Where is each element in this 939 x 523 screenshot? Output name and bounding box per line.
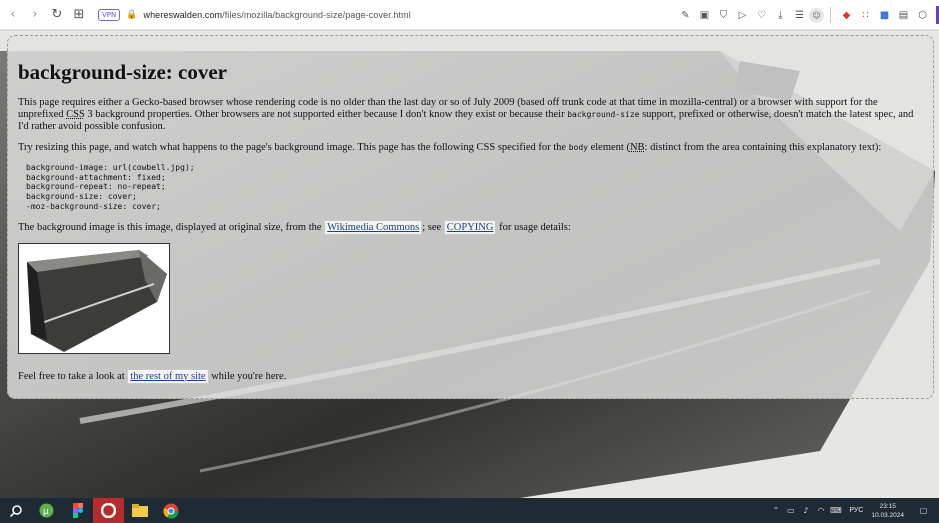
download-icon[interactable]: ⤓ — [771, 6, 790, 25]
copying-link[interactable]: COPYING — [443, 219, 497, 235]
taskbar: µ ⌃ ▭ ♪ ◠ ⌨ РУС 23:15 10.03.2024 ▢ — [0, 498, 939, 523]
nb-abbr: NB — [629, 142, 645, 153]
resize-text-3: : distinct from the area containing this… — [644, 142, 882, 153]
extension-icon[interactable]: ■ — [875, 6, 894, 25]
camera-icon[interactable]: ▣ — [695, 6, 714, 25]
back-icon[interactable]: ‹ — [2, 4, 24, 26]
toolbar-divider — [830, 7, 831, 23]
clock-time: 23:15 — [879, 502, 896, 510]
resize-text-2: element ( — [587, 142, 630, 153]
rest-of-site-link[interactable]: the rest of my site — [127, 368, 209, 384]
chrome-icon[interactable] — [155, 498, 186, 523]
resize-text-1: Try resizing this page, and watch what h… — [18, 142, 569, 153]
search-icon[interactable] — [0, 498, 31, 523]
heart-icon[interactable]: ♡ — [752, 6, 771, 25]
url-path: /files/mozilla/background-size/page-cove… — [222, 9, 411, 20]
utorrent-icon[interactable]: µ — [31, 498, 62, 523]
resize-paragraph: Try resizing this page, and watch what h… — [18, 142, 923, 154]
image-paragraph: The background image is this image, disp… — [18, 219, 923, 235]
browser-toolbar: ‹ › ↻ ⊞ VPN 🔒 whereswalden.com/files/moz… — [0, 0, 939, 30]
intro-code: background-size — [567, 110, 640, 119]
vpn-badge[interactable]: VPN — [98, 8, 121, 21]
tabs-grid-icon[interactable]: ⊞ — [68, 4, 90, 26]
reload-icon[interactable]: ↻ — [46, 4, 68, 26]
volume-icon[interactable]: ♪ — [798, 506, 813, 515]
footer-paragraph: Feel free to take a look at the rest of … — [18, 368, 923, 384]
menu-icon[interactable]: ☰ — [790, 6, 809, 25]
notifications-icon[interactable]: ▢ — [916, 506, 931, 515]
cube-icon[interactable]: ⬡ — [913, 6, 932, 25]
clock[interactable]: 23:15 10.03.2024 — [871, 502, 904, 520]
file-explorer-icon[interactable] — [124, 498, 155, 523]
edit-icon[interactable]: ✎ — [676, 6, 695, 25]
url-host: whereswalden.com — [143, 9, 223, 20]
footer-text-1: Feel free to take a look at — [18, 370, 128, 382]
cowbell-thumbnail — [18, 242, 170, 354]
footer-text-2: while you're here. — [208, 370, 287, 382]
toolbar-right-group: ✎ ▣ ⛉ ▷ ♡ ⤓ ☰ ☺ ◆ ∷ ■ ▤ ⬡ — [676, 0, 939, 30]
address-bar[interactable]: whereswalden.com/files/mozilla/backgroun… — [143, 10, 410, 20]
image-text-1: The background image is this image, disp… — [18, 221, 325, 233]
wifi-icon[interactable]: ◠ — [813, 506, 828, 515]
cowbell-thumbnail-image — [19, 243, 169, 353]
apps-grid-icon[interactable]: ∷ — [856, 6, 875, 25]
svg-text:µ: µ — [43, 507, 49, 517]
system-tray: ⌃ ▭ ♪ ◠ ⌨ РУС 23:15 10.03.2024 ▢ — [768, 498, 939, 523]
css-code-block: background-image: url(cowbell.jpg); back… — [26, 163, 195, 211]
adblock-icon[interactable]: ◆ — [837, 6, 856, 25]
play-icon[interactable]: ▷ — [733, 6, 752, 25]
clock-date: 10.03.2024 — [871, 511, 904, 519]
keyboard-icon[interactable]: ⌨ — [828, 506, 843, 515]
css-abbr: CSS — [66, 109, 85, 120]
explanatory-content: background-size: cover This page require… — [7, 35, 934, 399]
profile-icon[interactable]: ☺ — [809, 7, 824, 23]
wikimedia-commons-link[interactable]: Wikimedia Commons — [324, 219, 423, 235]
chevron-up-icon[interactable]: ⌃ — [768, 506, 783, 515]
intro-text-2: 3 background properties. Other browsers … — [84, 109, 568, 120]
lock-icon[interactable]: 🔒 — [126, 10, 137, 20]
page-title: background-size: cover — [18, 60, 228, 84]
language-indicator[interactable]: РУС — [849, 507, 863, 514]
sidebar-icon[interactable]: ▤ — [894, 6, 913, 25]
opera-icon[interactable] — [93, 498, 124, 523]
image-text-2: ; see — [422, 221, 444, 233]
intro-paragraph: This page requires either a Gecko-based … — [18, 97, 923, 133]
page-viewport: background-size: cover This page require… — [0, 31, 939, 498]
body-code: body — [568, 143, 588, 152]
figma-icon[interactable] — [62, 498, 93, 523]
forward-icon[interactable]: › — [24, 4, 46, 26]
image-text-3: for usage details: — [496, 221, 571, 233]
battery-icon[interactable]: ▭ — [783, 506, 798, 515]
shield-icon[interactable]: ⛉ — [714, 6, 733, 25]
